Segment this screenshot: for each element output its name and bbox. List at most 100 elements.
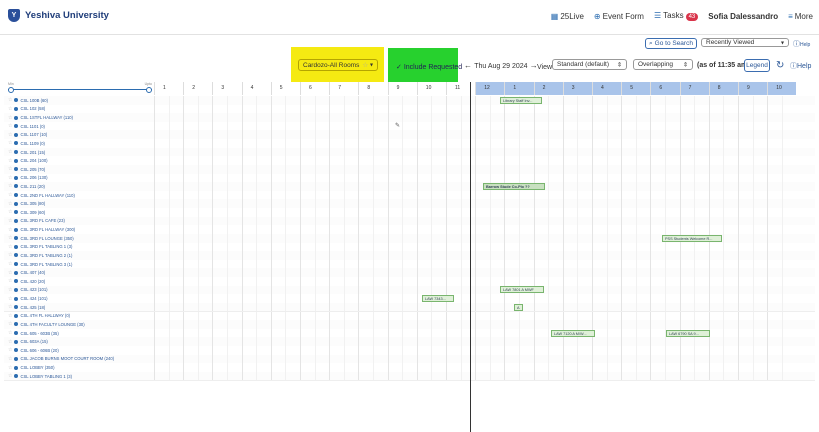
room-name-cell[interactable]: ☆ CSL 4TH FL HALLWAY (0) [4, 312, 152, 321]
date-label[interactable]: Thu Aug 29 2024 [474, 63, 527, 70]
star-icon[interactable]: ☆ [8, 123, 12, 129]
star-icon[interactable]: ☆ [8, 235, 12, 241]
room-name-cell[interactable]: ☆ CSL 424 (101) [4, 294, 152, 303]
star-icon[interactable]: ☆ [8, 356, 12, 362]
room-name-cell[interactable]: ☆ CSL 603A (15) [4, 337, 152, 346]
arrow-left-icon[interactable]: ← [464, 61, 472, 70]
star-icon[interactable]: ☆ [8, 97, 12, 103]
room-name-cell[interactable]: ☆ CSL LOBBY TABLING 1 (3) [4, 372, 152, 381]
room-name-cell[interactable]: ☆ CSL 425 (18) [4, 303, 152, 312]
event-block[interactable]: LAW 7801 A MWF [500, 286, 544, 294]
star-icon[interactable]: ☆ [8, 244, 12, 250]
room-name-cell[interactable]: ☆ CSL 3RD FL TABLING 2 (1) [4, 251, 152, 260]
go-to-search-button[interactable]: ⌕ Go to Search [645, 38, 697, 49]
star-icon[interactable]: ☆ [8, 252, 12, 258]
room-name-cell[interactable]: ☆ CSL 201 (15) [4, 148, 152, 157]
room-name-cell[interactable]: ☆ CSL 605 - 603B (35) [4, 329, 152, 338]
star-icon[interactable]: ☆ [8, 321, 12, 327]
star-icon[interactable]: ☆ [8, 132, 12, 138]
star-icon[interactable]: ☆ [8, 304, 12, 310]
include-requested-toggle[interactable]: ✓ Include Requested [396, 63, 462, 71]
room-name-cell[interactable]: ☆ CSL 1STFL HALLWAY (110) [4, 113, 152, 122]
room-name-cell[interactable]: ☆ CSL 309 (60) [4, 208, 152, 217]
event-block[interactable]: Library Staff Inv... [500, 96, 542, 104]
room-name-cell[interactable]: ☆ CSL 1107 (10) [4, 130, 152, 139]
star-icon[interactable]: ☆ [8, 149, 12, 155]
half-hour-divider [460, 354, 462, 364]
nav-event-form[interactable]: ⊕ Event Form [594, 12, 644, 21]
refresh-icon[interactable]: ↻ [776, 60, 784, 71]
star-icon[interactable]: ☆ [8, 218, 12, 224]
half-hour-divider [402, 190, 404, 200]
star-icon[interactable]: ☆ [8, 183, 12, 189]
view-select[interactable]: Standard (default) ⇕ [552, 59, 627, 70]
star-icon[interactable]: ☆ [8, 192, 12, 198]
room-name-cell[interactable]: ☆ CSL 1109 (0) [4, 139, 152, 148]
saved-search-select[interactable]: Cardozo-All Rooms ☆ ▾ [298, 59, 378, 71]
recently-viewed-select[interactable]: Recently Viewed ▾ [701, 38, 789, 47]
half-hour-divider [781, 164, 783, 174]
event-block[interactable]: Barrow Stude Co-Plo ?? [483, 183, 545, 190]
nav-tasks[interactable]: ☰ Tasks 43 [654, 11, 699, 21]
star-icon[interactable]: ☆ [8, 313, 12, 319]
room-name-cell[interactable]: ☆ CSL 3RD FL TABLING 3 (1) [4, 260, 152, 269]
star-icon[interactable]: ☆ [8, 158, 12, 164]
star-icon[interactable]: ☆ [8, 115, 12, 121]
room-name-cell[interactable]: ☆ CSL 3RD FL LOUNGE (350) [4, 234, 152, 243]
star-icon[interactable]: ☆ [8, 106, 12, 112]
room-name-cell[interactable]: ☆ CSL 204 (100) [4, 156, 152, 165]
star-icon[interactable]: ☆ [8, 140, 12, 146]
room-name-cell[interactable]: ☆ CSL 1101 (0) [4, 122, 152, 131]
event-block[interactable]: A [514, 303, 523, 311]
event-block[interactable]: LAW 7343... [422, 295, 454, 303]
star-icon[interactable]: ☆ [8, 261, 12, 267]
half-hour-divider [606, 337, 608, 346]
room-name-cell[interactable]: ☆ CSL LOBBY (350) [4, 363, 152, 372]
room-name-cell[interactable]: ☆ CSL 100B (60) [4, 96, 152, 105]
help-link[interactable]: ⓘHelp [790, 61, 811, 71]
star-icon[interactable]: ☆ [8, 201, 12, 207]
star-icon[interactable]: ☆ [8, 347, 12, 353]
star-icon[interactable]: ☆ [8, 287, 12, 293]
room-name-cell[interactable]: ☆ CSL 205 (70) [4, 165, 152, 174]
room-name-cell[interactable]: ☆ CSL 305 (80) [4, 199, 152, 208]
room-name-cell[interactable]: ☆ CSL 211 (20) [4, 182, 152, 191]
help-small-link[interactable]: ⓘHelp [793, 39, 810, 49]
half-hour-divider [548, 139, 550, 148]
room-name-cell[interactable]: ☆ CSL 3RD FL CAFE (23) [4, 217, 152, 226]
legend-button[interactable]: Legend [744, 59, 770, 72]
star-icon[interactable]: ☆ [8, 339, 12, 345]
room-name-cell[interactable]: ☆ CSL 606 - 606B (20) [4, 346, 152, 355]
nav-more[interactable]: ≡ More [788, 12, 813, 21]
room-name-cell[interactable]: ☆ CSL 3RD FL HALLWAY (300) [4, 225, 152, 234]
logo[interactable]: Y Yeshiva University [8, 9, 109, 22]
room-dot-icon [14, 218, 19, 223]
star-icon[interactable]: ☆ [8, 209, 12, 215]
star-icon[interactable]: ☆ [8, 330, 12, 336]
overlap-select[interactable]: Overlapping ⇕ [633, 59, 693, 70]
star-icon[interactable]: ☆ [8, 227, 12, 233]
star-icon[interactable]: ☆ [8, 365, 12, 371]
star-icon[interactable]: ☆ [8, 270, 12, 276]
edit-note-icon[interactable]: ✎ [395, 122, 400, 129]
star-icon[interactable]: ☆ [8, 278, 12, 284]
half-hour-divider [606, 121, 608, 131]
room-name-cell[interactable]: ☆ CSL 407 (40) [4, 268, 152, 277]
star-icon[interactable]: ☆ [8, 166, 12, 172]
room-name-cell[interactable]: ☆ CSL JACOB BURNS MOOT COURT ROOM (240) [4, 355, 152, 364]
event-block[interactable]: LAW 6790 SA 9... [666, 329, 710, 337]
room-name-cell[interactable]: ☆ CSL 206 (130) [4, 174, 152, 183]
star-icon[interactable]: ☆ [8, 373, 12, 379]
event-block[interactable]: LAW 7120 A M/W... [551, 329, 595, 337]
room-name-cell[interactable]: ☆ CSL 102 (58) [4, 105, 152, 114]
user-name[interactable]: Sofia Dalessandro [708, 12, 778, 21]
room-name-cell[interactable]: ☆ CSL 2ND FL HALLWAY (110) [4, 191, 152, 200]
event-block[interactable]: PSS Students Welcome R... [662, 234, 722, 242]
room-name-cell[interactable]: ☆ CSL 3RD FL TABLING 1 (3) [4, 243, 152, 252]
room-name-cell[interactable]: ☆ CSL 423 (101) [4, 286, 152, 295]
star-icon[interactable]: ☆ [8, 175, 12, 181]
room-name-cell[interactable]: ☆ CSL 420 (20) [4, 277, 152, 286]
nav-25live[interactable]: ▦ 25Live [551, 12, 584, 21]
star-icon[interactable]: ☆ [8, 296, 12, 302]
room-name-cell[interactable]: ☆ CSL 4TH FACULTY LOUNGE (30) [4, 320, 152, 329]
